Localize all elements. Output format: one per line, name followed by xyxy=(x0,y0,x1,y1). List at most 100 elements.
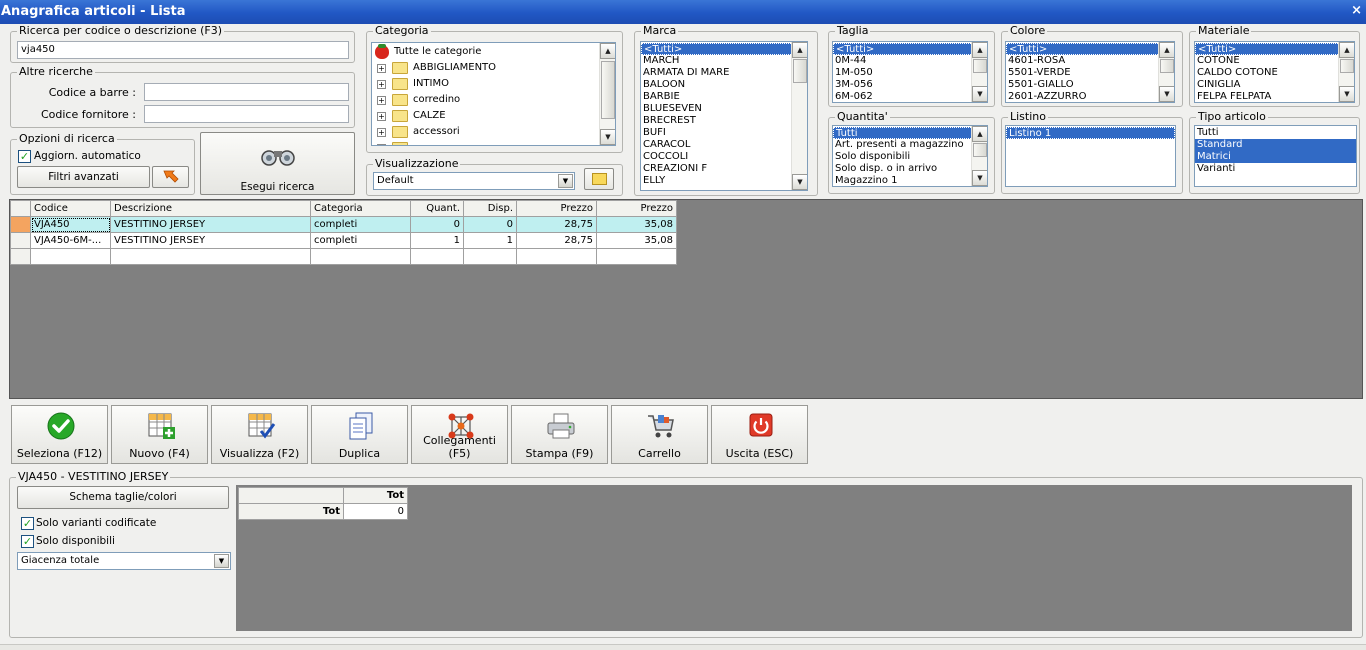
expand-icon[interactable]: + xyxy=(377,112,386,121)
material-item[interactable]: FELPA FELPATA xyxy=(1195,91,1354,102)
tree-item[interactable]: + accessori xyxy=(372,124,592,140)
material-item[interactable]: COTONE xyxy=(1195,55,1354,67)
new-button[interactable]: Nuovo (F4) xyxy=(111,405,208,464)
empty-cell[interactable] xyxy=(596,248,677,265)
material-list[interactable]: <Tutti> COTONE CALDO COTONE CINIGLIA FEL… xyxy=(1194,41,1355,103)
scroll-thumb[interactable] xyxy=(1340,59,1354,73)
select-button[interactable]: Seleziona (F12) xyxy=(11,405,108,464)
material-scrollbar[interactable]: ▲ ▼ xyxy=(1338,42,1354,102)
only-available-checkbox[interactable]: ✓ xyxy=(21,535,34,548)
matrix-cell[interactable]: 0 xyxy=(343,503,408,520)
scroll-down-icon[interactable]: ▼ xyxy=(972,86,987,102)
view-button[interactable]: Visualizza (F2) xyxy=(211,405,308,464)
brand-item[interactable]: BLUESEVEN xyxy=(641,103,807,115)
price-list-list[interactable]: Listino 1 xyxy=(1005,125,1176,187)
expand-icon[interactable]: + xyxy=(377,128,386,137)
expand-icon[interactable]: + xyxy=(377,144,386,145)
column-header[interactable]: Descrizione xyxy=(110,200,311,217)
cell-category[interactable]: completi xyxy=(310,232,411,249)
tree-root[interactable]: Tutte le categorie xyxy=(372,44,592,60)
quantity-item[interactable]: Solo disp. o in arrivo xyxy=(833,163,987,175)
quantity-item[interactable]: Solo disponibili xyxy=(833,151,987,163)
size-item[interactable]: 1M-050 xyxy=(833,67,987,79)
tree-item[interactable]: + INTIMO xyxy=(372,76,592,92)
tree-item-partial[interactable]: + xyxy=(372,140,592,145)
tree-item[interactable]: + ABBIGLIAMENTO xyxy=(372,60,592,76)
brand-item[interactable]: ELLY xyxy=(641,175,807,187)
scroll-up-icon[interactable]: ▲ xyxy=(792,42,807,58)
quantity-item[interactable]: Art. presenti a magazzino xyxy=(833,139,987,151)
tree-item[interactable]: + CALZE xyxy=(372,108,592,124)
scroll-down-icon[interactable]: ▼ xyxy=(600,129,615,145)
scroll-up-icon[interactable]: ▲ xyxy=(972,42,987,58)
color-item[interactable]: 5501-VERDE xyxy=(1006,67,1174,79)
quantity-list[interactable]: Tutti Art. presenti a magazzino Solo dis… xyxy=(832,125,988,187)
empty-cell[interactable] xyxy=(310,248,411,265)
only-coded-variants-checkbox[interactable]: ✓ xyxy=(21,517,34,530)
quantity-item[interactable]: Tutti xyxy=(833,127,987,139)
exit-button[interactable]: Uscita (ESC) xyxy=(711,405,808,464)
scroll-thumb[interactable] xyxy=(601,61,615,119)
cell-code[interactable]: VJA450-6M-... xyxy=(30,232,111,249)
size-color-scheme-button[interactable]: Schema taglie/colori xyxy=(17,486,229,509)
scroll-thumb[interactable] xyxy=(973,143,987,157)
scroll-down-icon[interactable]: ▼ xyxy=(972,170,987,186)
table-row-empty[interactable] xyxy=(10,248,677,265)
table-row[interactable]: VJA450 VESTITINO JERSEY completi 0 0 28,… xyxy=(10,216,677,233)
results-table[interactable]: Codice Descrizione Categoria Quant. Disp… xyxy=(10,200,677,265)
advanced-filters-button[interactable]: Filtri avanzati xyxy=(17,166,150,188)
brand-item[interactable]: CARACOL xyxy=(641,139,807,151)
empty-cell[interactable] xyxy=(110,248,311,265)
scroll-down-icon[interactable]: ▼ xyxy=(1159,86,1174,102)
open-view-button[interactable] xyxy=(584,168,614,190)
price-list-item[interactable]: Listino 1 xyxy=(1006,127,1175,139)
empty-cell[interactable] xyxy=(30,248,111,265)
chevron-down-icon[interactable]: ▼ xyxy=(214,554,229,568)
duplicate-button[interactable]: Duplica xyxy=(311,405,408,464)
cell-quantity[interactable]: 1 xyxy=(410,232,464,249)
scroll-up-icon[interactable]: ▲ xyxy=(972,126,987,142)
brand-item[interactable]: BRECREST xyxy=(641,115,807,127)
close-icon[interactable]: × xyxy=(1351,3,1362,18)
article-type-list[interactable]: Tutti Standard Matrici Varianti xyxy=(1194,125,1357,187)
material-item[interactable]: <Tutti> xyxy=(1195,43,1354,55)
stock-combo[interactable]: Giacenza totale ▼ xyxy=(17,552,231,570)
search-input[interactable]: vja450 xyxy=(17,41,349,59)
empty-cell[interactable] xyxy=(410,248,464,265)
scroll-down-icon[interactable]: ▼ xyxy=(792,174,807,190)
barcode-input[interactable] xyxy=(144,83,349,101)
scroll-up-icon[interactable]: ▲ xyxy=(1159,42,1174,58)
expand-icon[interactable]: + xyxy=(377,96,386,105)
auto-update-checkbox[interactable]: ✓ xyxy=(18,150,31,163)
color-list[interactable]: <Tutti> 4601-ROSA 5501-VERDE 5501-GIALLO… xyxy=(1005,41,1175,103)
article-type-item[interactable]: Matrici xyxy=(1195,151,1356,163)
scroll-thumb[interactable] xyxy=(793,59,807,83)
column-header[interactable]: Disp. xyxy=(463,200,517,217)
color-item[interactable]: 5501-GIALLO xyxy=(1006,79,1174,91)
tree-item[interactable]: + corredino xyxy=(372,92,592,108)
chevron-down-icon[interactable]: ▼ xyxy=(558,174,573,188)
supplier-code-input[interactable] xyxy=(144,105,349,123)
size-scrollbar[interactable]: ▲ ▼ xyxy=(971,42,987,102)
brand-item[interactable]: <Tutti> xyxy=(641,43,807,55)
brand-item[interactable]: MARCH xyxy=(641,55,807,67)
links-button[interactable]: Collegamenti (F5) xyxy=(411,405,508,464)
size-item[interactable]: 3M-056 xyxy=(833,79,987,91)
cell-price-2[interactable]: 35,08 xyxy=(596,216,677,233)
color-item[interactable]: 2601-AZZURRO xyxy=(1006,91,1174,102)
cell-price[interactable]: 28,75 xyxy=(516,232,597,249)
empty-cell[interactable] xyxy=(463,248,517,265)
scroll-thumb[interactable] xyxy=(973,59,987,73)
category-scrollbar[interactable]: ▲ ▼ xyxy=(599,43,615,145)
scroll-thumb[interactable] xyxy=(1160,59,1174,73)
table-row[interactable]: VJA450-6M-... VESTITINO JERSEY completi … xyxy=(10,232,677,249)
size-item[interactable]: 6M-062 xyxy=(833,91,987,102)
material-item[interactable]: CINIGLIA xyxy=(1195,79,1354,91)
brand-item[interactable]: BARBIE xyxy=(641,91,807,103)
size-list[interactable]: <Tutti> 0M-44 1M-050 3M-056 6M-062 ▲ ▼ xyxy=(832,41,988,103)
variants-matrix[interactable]: Tot Tot 0 xyxy=(238,487,408,520)
expand-icon[interactable]: + xyxy=(377,64,386,73)
brand-item[interactable]: ARMATA DI MARE xyxy=(641,67,807,79)
brand-item[interactable]: COCCOLI xyxy=(641,151,807,163)
material-item[interactable]: CALDO COTONE xyxy=(1195,67,1354,79)
